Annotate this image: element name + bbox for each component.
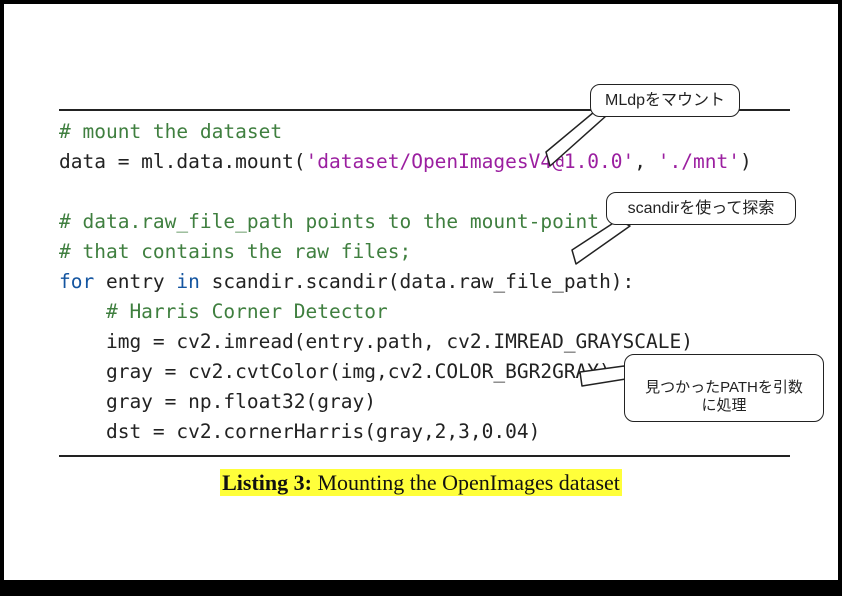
callout-text: MLdpをマウント [605,92,725,109]
code-text: ) [740,150,752,173]
code-comment: # Harris Corner Detector [59,300,388,323]
callout-text: scandirを使って探索 [628,200,775,217]
code-keyword: for [59,270,94,293]
code-text: scandir.scandir(data.raw_file_path): [200,270,634,293]
code-text: , [634,150,657,173]
caption-text: Mounting the OpenImages dataset [312,470,620,495]
code-text: dst = cv2.cornerHarris(gray,2,3,0.04) [59,420,540,443]
code-comment: # data.raw_file_path points to the mount… [59,210,599,233]
code-text: entry [94,270,176,293]
code-comment: # mount the dataset [59,120,282,143]
code-comment: # that contains the raw files; [59,240,411,263]
code-string: './mnt' [658,150,740,173]
page: # mount the dataset data = ml.data.mount… [4,4,838,580]
callout-scandir: scandirを使って探索 [606,192,796,225]
callout-mount: MLdpをマウント [590,84,740,117]
code-string: 'dataset/OpenImagesV4@1.0.0' [306,150,635,173]
code-keyword: in [176,270,199,293]
code-text: gray = cv2.cvtColor(img,cv2.COLOR_BGR2GR… [59,360,611,383]
callout-path: 見つかったPATHを引数 に処理 [624,354,824,422]
caption-label: Listing 3: [222,470,312,495]
code-text: data = ml.data.mount( [59,150,306,173]
callout-text: 見つかったPATHを引数 に処理 [645,379,803,414]
code-text: img = cv2.imread(entry.path, cv2.IMREAD_… [59,330,693,353]
code-text: gray = np.float32(gray) [59,390,376,413]
listing-caption: Listing 3: Mounting the OpenImages datas… [4,470,838,496]
